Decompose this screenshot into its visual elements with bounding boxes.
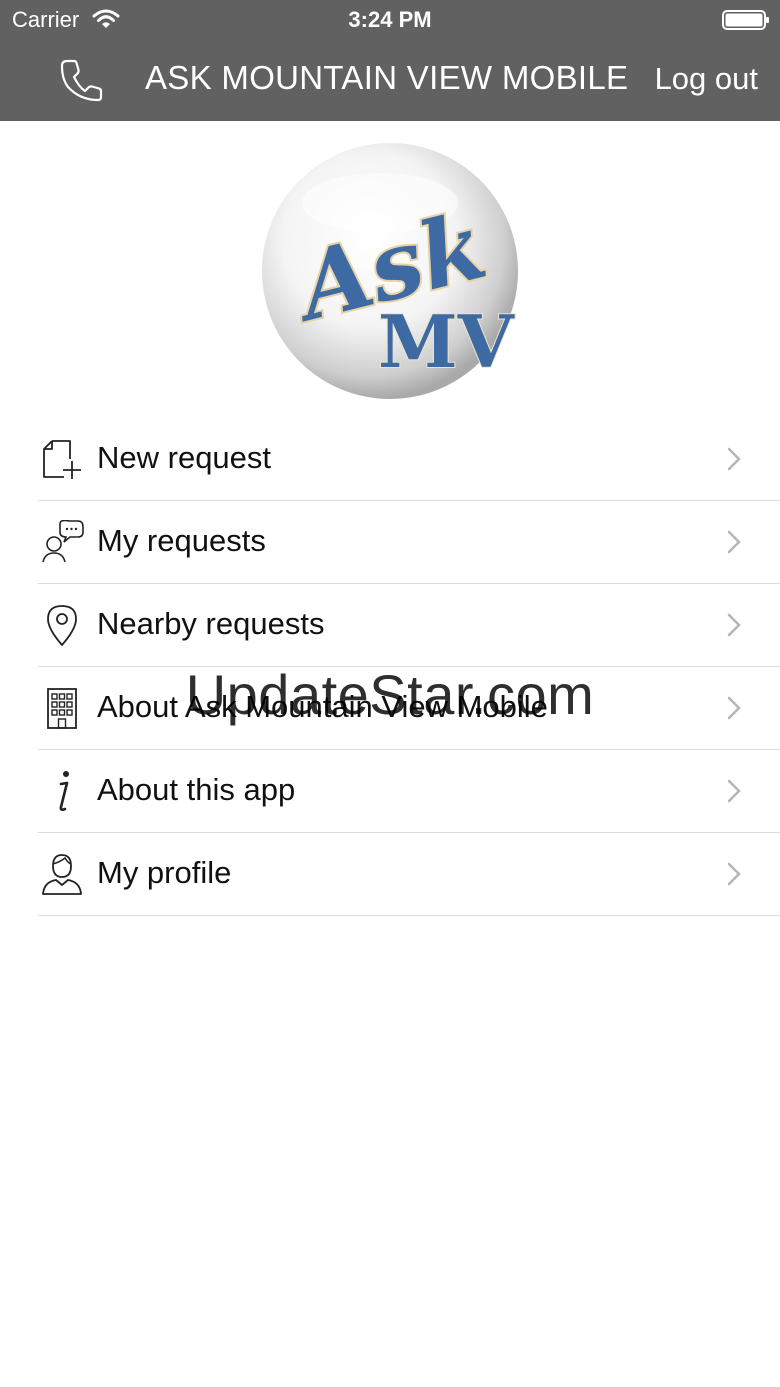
chevron-right-icon	[727, 530, 741, 554]
chevron-right-icon	[727, 696, 741, 720]
menu-item-about-app[interactable]: About this app	[38, 750, 780, 833]
menu-item-label: About Ask Mountain View Mobile	[97, 689, 548, 724]
menu-item-new-request[interactable]: New request	[38, 418, 780, 501]
ask-mv-logo: Ask MV	[262, 143, 518, 399]
menu-item-nearby-requests[interactable]: Nearby requests	[38, 584, 780, 667]
map-pin-icon	[47, 605, 77, 646]
logout-button[interactable]: Log out	[655, 61, 758, 97]
menu-item-label: Nearby requests	[97, 606, 325, 641]
logo-text-mv: MV	[378, 299, 515, 384]
menu-item-my-profile[interactable]: My profile	[38, 833, 780, 916]
menu-item-label: New request	[97, 440, 272, 475]
chevron-right-icon	[727, 613, 741, 637]
battery-icon	[722, 10, 769, 30]
chevron-right-icon	[727, 447, 741, 471]
chevron-right-icon	[727, 862, 741, 886]
info-icon	[59, 771, 69, 811]
page-title: ASK MOUNTAIN VIEW MOBILE	[145, 59, 629, 96]
new-document-icon	[43, 440, 81, 479]
person-speech-icon	[42, 520, 84, 563]
phone-icon[interactable]	[58, 57, 104, 103]
clock-time: 3:24 PM	[348, 7, 432, 32]
nav-header: ASK MOUNTAIN VIEW MOBILE Log out	[0, 40, 780, 121]
menu-item-label: My profile	[97, 855, 232, 890]
status-bar: Carrier 3:24 PM	[0, 0, 780, 40]
menu-item-label: About this app	[97, 772, 296, 807]
building-icon	[47, 688, 77, 729]
menu-item-my-requests[interactable]: My requests	[38, 501, 780, 584]
app-screen: Carrier 3:24 PM ASK MOUNTAIN VIEW MOBILE…	[0, 0, 780, 1387]
main-menu: New request My requests Nearby requests …	[0, 418, 780, 916]
menu-item-label: My requests	[97, 523, 266, 558]
user-profile-icon	[42, 854, 82, 895]
chevron-right-icon	[727, 779, 741, 803]
menu-item-about-ask-mv[interactable]: About Ask Mountain View Mobile	[38, 667, 780, 750]
